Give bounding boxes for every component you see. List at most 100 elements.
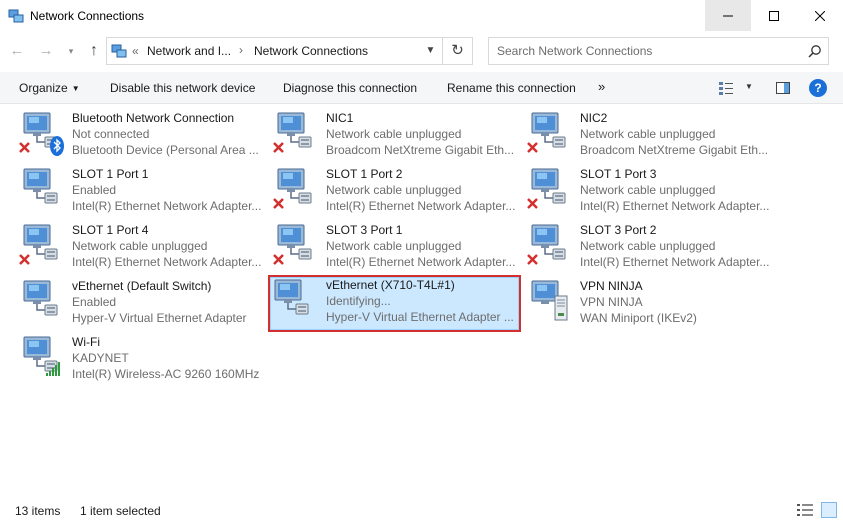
connection-status: Network cable unplugged <box>326 239 462 253</box>
connection-device: Hyper-V Virtual Ethernet Adapter ... <box>326 310 514 324</box>
breadcrumb-separator[interactable]: › <box>239 43 243 57</box>
maximize-icon <box>769 10 779 21</box>
connection-device: Bluetooth Device (Personal Area ... <box>72 143 259 157</box>
connection-name: SLOT 1 Port 1 <box>72 167 149 181</box>
connection-device: Broadcom NetXtreme Gigabit Eth... <box>326 143 515 157</box>
organize-menu[interactable]: Organize ▼ <box>19 81 80 95</box>
breadcrumb-network-and-internet[interactable]: Network and I... <box>147 44 231 58</box>
address-dropdown-button[interactable]: ▼ <box>417 38 443 64</box>
disable-device-button[interactable]: Disable this network device <box>110 81 255 95</box>
connection-status: Network cable unplugged <box>72 239 208 253</box>
connection-status: KADYNET <box>72 351 129 365</box>
network-folder-icon <box>111 44 127 58</box>
recent-locations-button[interactable]: ▾ <box>62 42 80 60</box>
connection-name: SLOT 3 Port 2 <box>580 223 657 237</box>
connection-item-nic1[interactable]: NIC1 Network cable unplugged Broadcom NetX… <box>271 108 523 160</box>
connection-name: SLOT 1 Port 2 <box>326 167 403 181</box>
item-count: 13 items <box>15 504 61 518</box>
address-bar[interactable]: « Network and I... › Network Connections… <box>106 37 443 65</box>
back-button[interactable]: ← <box>8 42 26 60</box>
connection-item-vpn-ninja[interactable]: VPN NINJA VPN NINJA WAN Miniport (IKEv2) <box>525 276 777 328</box>
status-bar: 13 items 1 item selected <box>0 498 843 523</box>
network-adapter-icon <box>271 222 323 270</box>
connection-item-slot-3-port-1[interactable]: SLOT 3 Port 1 Network cable unplugged Inte… <box>271 220 523 272</box>
connection-device: WAN Miniport (IKEv2) <box>580 311 697 325</box>
command-bar: Organize ▼ Disable this network device Di… <box>0 72 843 104</box>
maximize-button[interactable] <box>751 0 797 31</box>
preview-pane-icon[interactable] <box>775 80 791 96</box>
connection-device: Hyper-V Virtual Ethernet Adapter <box>72 311 247 325</box>
up-button[interactable]: ↑ <box>85 42 103 60</box>
connection-item-slot-1-port-3[interactable]: SLOT 1 Port 3 Network cable unplugged Inte… <box>525 164 777 216</box>
minimize-icon <box>723 15 733 16</box>
connection-device: Intel(R) Ethernet Network Adapter... <box>326 199 516 213</box>
connection-status: Network cable unplugged <box>580 239 716 253</box>
rename-connection-button[interactable]: Rename this connection <box>447 81 576 95</box>
connection-name: SLOT 1 Port 3 <box>580 167 657 181</box>
connection-status: Network cable unplugged <box>580 127 716 141</box>
minimize-button[interactable] <box>705 0 751 31</box>
network-connections-app-icon <box>8 9 24 23</box>
up-arrow-icon: ↑ <box>90 42 98 59</box>
caret-down-icon: ▼ <box>71 84 80 93</box>
network-adapter-icon <box>271 110 323 158</box>
connection-name: vEthernet (Default Switch) <box>72 279 212 293</box>
connection-name: vEthernet (X710-T4L#1) <box>326 278 455 292</box>
connection-name: SLOT 3 Port 1 <box>326 223 403 237</box>
network-adapter-icon <box>525 166 577 214</box>
forward-button[interactable]: → <box>37 42 55 60</box>
connection-item-slot-1-port-1[interactable]: SLOT 1 Port 1 Enabled Intel(R) Ethernet Ne… <box>17 164 269 216</box>
network-adapter-icon <box>525 110 577 158</box>
chevron-down-icon: ▾ <box>68 46 74 56</box>
connection-status: VPN NINJA <box>580 295 643 309</box>
connection-name: SLOT 1 Port 4 <box>72 223 149 237</box>
connection-item-slot-3-port-2[interactable]: SLOT 3 Port 2 Network cable unplugged Inte… <box>525 220 777 272</box>
refresh-icon: ↻ <box>451 42 464 59</box>
search-icon <box>808 45 821 58</box>
diagnose-connection-button[interactable]: Diagnose this connection <box>283 81 417 95</box>
network-adapter-icon <box>525 222 577 270</box>
connection-status: Network cable unplugged <box>326 127 462 141</box>
network-adapter-icon <box>17 166 69 214</box>
details-view-icon[interactable] <box>797 503 813 517</box>
back-arrow-icon: ← <box>9 42 25 59</box>
connection-item-nic2[interactable]: NIC2 Network cable unplugged Broadcom NetX… <box>525 108 777 160</box>
more-commands-button[interactable]: » <box>598 79 605 94</box>
change-view-icon[interactable] <box>718 80 734 96</box>
connection-status: Identifying... <box>326 294 391 308</box>
connection-device: Broadcom NetXtreme Gigabit Eth... <box>580 143 769 157</box>
organize-label: Organize <box>19 81 68 95</box>
breadcrumb-overflow[interactable]: « <box>132 44 139 58</box>
view-options-caret-icon[interactable]: ▼ <box>745 82 753 91</box>
close-button[interactable] <box>797 0 843 31</box>
window-title: Network Connections <box>30 9 145 23</box>
connection-item-slot-1-port-2[interactable]: SLOT 1 Port 2 Network cable unplugged Inte… <box>271 164 523 216</box>
connection-item-wi-fi[interactable]: Wi-Fi KADYNET Intel(R) Wireless-AC 9260 16… <box>17 332 269 384</box>
connection-item-vethernet-x710-t4l-1[interactable]: vEthernet (X710-T4L#1) Identifying... Hype… <box>268 275 521 332</box>
network-adapter-icon <box>17 222 69 270</box>
connection-item-bluetooth-network-connection[interactable]: Bluetooth Network Connection Not connecte… <box>17 108 269 160</box>
connection-item-slot-1-port-4[interactable]: SLOT 1 Port 4 Network cable unplugged Inte… <box>17 220 269 272</box>
connection-device: Intel(R) Wireless-AC 9260 160MHz <box>72 367 260 381</box>
connection-device: Intel(R) Ethernet Network Adapter... <box>580 199 770 213</box>
wifi-adapter-icon <box>17 334 69 382</box>
tiles-view-icon[interactable] <box>821 502 837 518</box>
connection-status: Enabled <box>72 295 117 309</box>
breadcrumb-network-connections[interactable]: Network Connections <box>254 44 368 58</box>
search-input[interactable]: Search Network Connections <box>488 37 829 65</box>
connection-device: Intel(R) Ethernet Network Adapter... <box>580 255 770 269</box>
close-icon <box>815 10 825 21</box>
connection-item-vethernet-default-switch[interactable]: vEthernet (Default Switch) Enabled Hyper-V… <box>17 276 269 328</box>
search-placeholder: Search Network Connections <box>497 44 653 58</box>
connection-name: VPN NINJA <box>580 279 643 293</box>
connection-device: Intel(R) Ethernet Network Adapter... <box>72 199 262 213</box>
refresh-button[interactable]: ↻ <box>443 37 473 65</box>
connections-list: Bluetooth Network Connection Not connecte… <box>0 108 843 488</box>
help-button[interactable]: ? <box>809 79 827 97</box>
title-bar: Network Connections <box>0 0 843 32</box>
connection-name: NIC1 <box>326 111 354 125</box>
connection-name: Wi-Fi <box>72 335 100 349</box>
vpn-connection-icon <box>525 278 577 326</box>
connection-device: Intel(R) Ethernet Network Adapter... <box>72 255 262 269</box>
connection-status: Not connected <box>72 127 150 141</box>
